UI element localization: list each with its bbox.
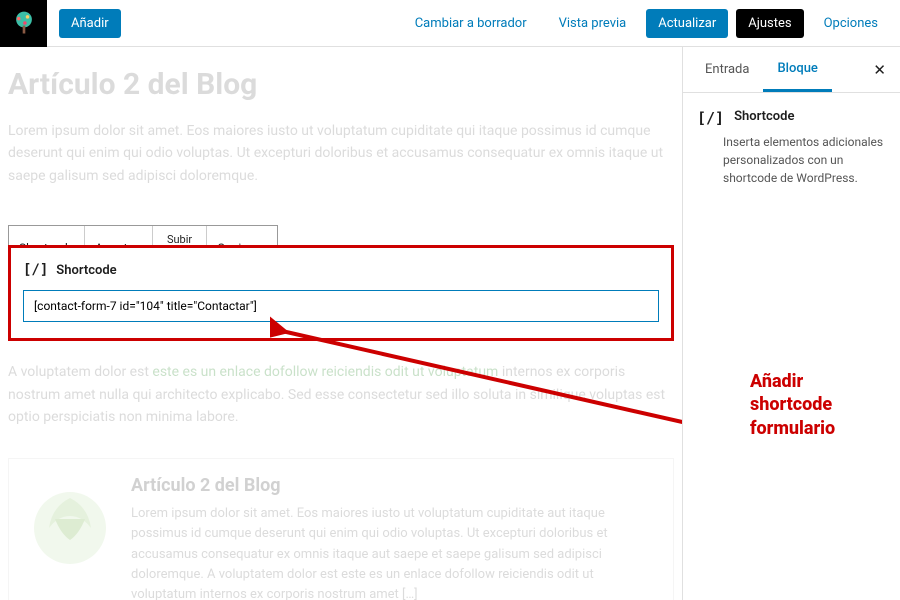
shortcode-block[interactable]: [/] Shortcode (8, 245, 674, 341)
post-card-excerpt: Lorem ipsum dolor sit amet. Eos maiores … (131, 504, 657, 600)
update-button[interactable]: Actualizar (646, 9, 728, 38)
add-block-button[interactable]: Añadir (59, 9, 121, 38)
post-title[interactable]: Artículo 2 del Blog (8, 67, 674, 102)
callout-line-2: shortcode (750, 393, 890, 416)
paragraph-block[interactable]: Lorem ipsum dolor sit amet. Eos maiores … (8, 120, 674, 187)
editor-main: Artículo 2 del Blog Lorem ipsum dolor si… (0, 47, 900, 600)
post-card-body: Artículo 2 del Blog Lorem ipsum dolor si… (131, 475, 657, 600)
lettuce-icon (25, 480, 115, 570)
settings-sidebar: Entrada Bloque ✕ [/] Shortcode Inserta e… (682, 47, 900, 600)
annotation-callout: Añadir shortcode formulario (750, 370, 890, 440)
site-logo[interactable] (0, 0, 47, 47)
block-info-description: Inserta elementos adicionales personaliz… (697, 133, 886, 187)
shortcode-block-label: Shortcode (56, 263, 116, 278)
tab-entry[interactable]: Entrada (691, 47, 763, 92)
editor-canvas: Artículo 2 del Blog Lorem ipsum dolor si… (0, 47, 682, 600)
switch-to-draft-button[interactable]: Cambiar a borrador (403, 9, 539, 38)
dofollow-link[interactable]: este es un enlace dofollow reiciendis od… (152, 364, 498, 380)
shortcode-icon: [/] (697, 109, 724, 127)
block-info-name: Shortcode (734, 109, 794, 124)
paragraph-block-2[interactable]: A voluptatem dolor est este es un enlace… (8, 361, 674, 428)
callout-line-1: Añadir (750, 370, 890, 393)
preview-button[interactable]: Vista previa (547, 9, 639, 38)
options-button[interactable]: Opciones (812, 9, 890, 38)
post-card-title[interactable]: Artículo 2 del Blog (131, 475, 657, 496)
shortcode-block-header: [/] Shortcode (23, 262, 659, 278)
editor-topbar: Añadir Cambiar a borrador Vista previa A… (0, 0, 900, 47)
sidebar-tabs: Entrada Bloque ✕ (683, 47, 900, 93)
shortcode-icon: [/] (23, 262, 48, 278)
tab-block[interactable]: Bloque (763, 47, 831, 92)
topbar-right-actions: Cambiar a borrador Vista previa Actualiz… (403, 9, 900, 38)
callout-line-3: formulario (750, 417, 890, 440)
sidebar-body: [/] Shortcode Inserta elementos adiciona… (683, 93, 900, 203)
close-sidebar-button[interactable]: ✕ (867, 61, 892, 79)
tree-icon (10, 9, 38, 37)
close-icon: ✕ (873, 61, 886, 79)
shortcode-input[interactable] (23, 290, 659, 322)
related-post-card: Artículo 2 del Blog Lorem ipsum dolor si… (8, 458, 674, 600)
settings-button[interactable]: Ajustes (736, 9, 803, 38)
post-thumbnail (25, 475, 115, 575)
block-info-row: [/] Shortcode (697, 109, 886, 127)
p2-pre: A voluptatem dolor est (8, 364, 152, 380)
